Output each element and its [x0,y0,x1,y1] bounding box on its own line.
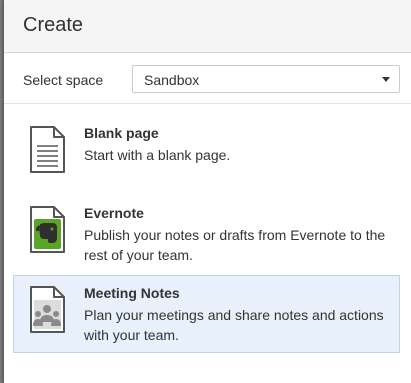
blueprint-title: Evernote [84,205,144,221]
blueprint-description: Publish your notes or drafts from Everno… [84,227,386,263]
blank-page-icon [30,126,65,173]
create-dialog: Create Select space Sandbox Blank page S… [4,0,411,383]
blueprint-title: Meeting Notes [84,285,180,301]
dialog-header: Create [4,0,411,53]
blueprint-description: Plan your meetings and share notes and a… [84,307,384,343]
space-select-value: Sandbox [144,72,200,88]
blueprint-meeting-notes[interactable]: Meeting Notes Plan your meetings and sha… [13,275,400,353]
space-select[interactable]: Sandbox [132,65,400,93]
meeting-notes-icon [30,286,65,333]
blueprint-evernote[interactable]: Evernote Publish your notes or drafts fr… [13,195,400,273]
space-selector-row: Select space Sandbox [4,53,411,104]
space-label: Select space [23,72,104,88]
chevron-down-icon [382,77,390,82]
blueprint-title: Blank page [84,125,159,141]
dialog-title: Create [23,14,84,36]
blueprint-blank-page[interactable]: Blank page Start with a blank page. [13,115,400,193]
blueprint-description: Start with a blank page. [84,147,231,163]
evernote-icon [30,206,65,253]
